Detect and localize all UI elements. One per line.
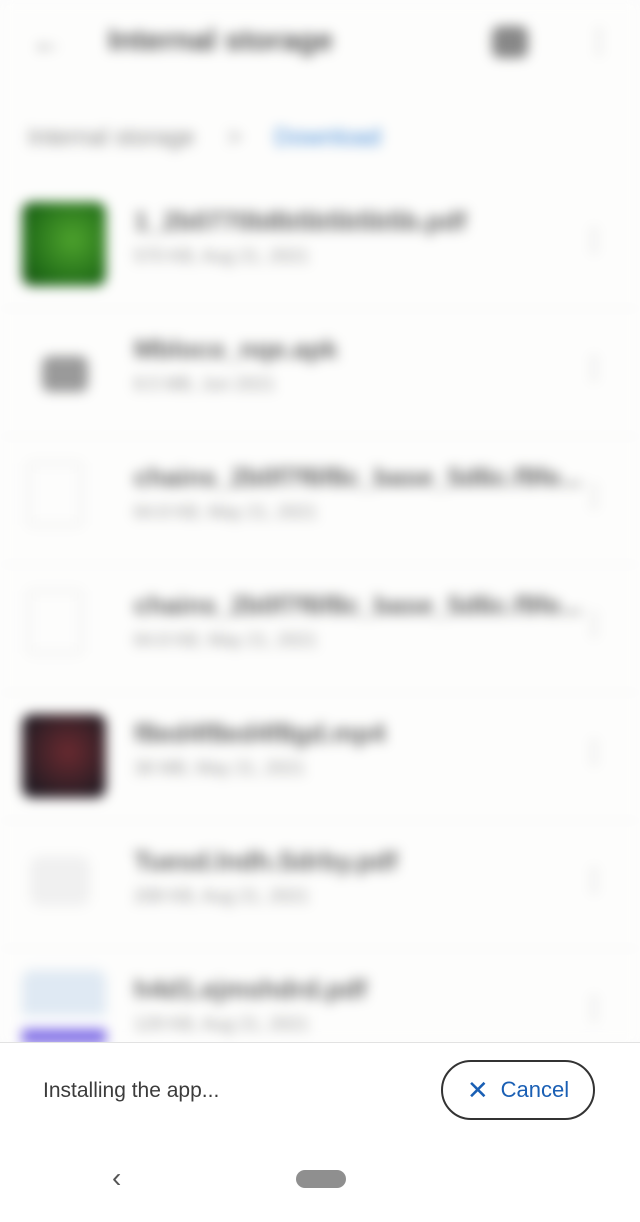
cancel-button-label: Cancel: [500, 1077, 570, 1102]
file-meta: 208 KB, Aug 21, 2021: [134, 886, 310, 906]
install-snackbar: Installing the app... ✕ Cancel: [0, 1042, 640, 1153]
close-icon: ✕: [466, 1075, 489, 1105]
file-thumbnail: [30, 856, 90, 906]
file-name: Mbloco_nqe.apk: [134, 334, 338, 364]
file-meta: 64.8 KB, May 21, 2021: [134, 502, 318, 522]
cancel-button[interactable]: ✕ Cancel: [441, 1060, 595, 1120]
breadcrumb: Internal storage > Download: [28, 124, 381, 164]
file-row[interactable]: Tuesd.lndh.Sdrby.pdf 208 KB, Aug 21, 202…: [0, 820, 640, 949]
chevron-left-icon[interactable]: ‹: [112, 1162, 121, 1194]
breadcrumb-root[interactable]: Internal storage: [28, 124, 195, 151]
snackbar-message: Installing the app...: [43, 1079, 220, 1102]
file-meta: 129 KB, Aug 21, 2021: [134, 1014, 310, 1034]
more-vert-icon[interactable]: ⋮: [584, 20, 614, 64]
file-meta: 38 MB, May 21, 2021: [134, 758, 306, 778]
file-thumbnail: [22, 970, 106, 1044]
grid-view-icon[interactable]: [492, 26, 528, 58]
file-thumbnail: [22, 330, 106, 414]
arrow-back-icon[interactable]: ←: [30, 26, 64, 60]
breadcrumb-separator: >: [227, 124, 242, 151]
file-row[interactable]: 1_2b0770b8b5b5b5b5b.pdf 570 KB, Aug 21, …: [0, 180, 640, 309]
more-vert-icon[interactable]: ⋮: [580, 348, 608, 388]
file-row[interactable]: h4d1.ejmshdrd.pdf 129 KB, Aug 21, 2021 ⋮: [0, 948, 640, 1044]
file-name: Tuesd.lndh.Sdrby.pdf: [134, 846, 398, 876]
file-row[interactable]: Mbloco_nqe.apk 8.5 MB, Jun 2021 ⋮: [0, 308, 640, 437]
more-vert-icon[interactable]: ⋮: [580, 860, 608, 900]
file-meta: 64.8 KB, May 21, 2021: [134, 630, 318, 650]
more-vert-icon[interactable]: ⋮: [580, 988, 608, 1028]
file-row[interactable]: f8ed4f8ed4f8gd.mp4 38 MB, May 21, 2021 ⋮: [0, 692, 640, 821]
more-vert-icon[interactable]: ⋮: [580, 604, 608, 644]
file-meta: 570 KB, Aug 21, 2021: [134, 246, 310, 266]
file-row[interactable]: chains_2b0f7f6f8c_base_5d6c.f9fe... 64.8…: [0, 436, 640, 565]
file-thumbnail: [28, 590, 82, 654]
file-thumbnail: [22, 202, 106, 286]
app-title: Internal storage: [108, 24, 334, 57]
file-row[interactable]: chains_2b0f7f6f8c_base_5d6c.f9fe... 64.8…: [0, 564, 640, 693]
file-name: chains_2b0f7f6f8c_base_5d6c.f9fe...: [134, 590, 583, 620]
blurred-background-content: ← Internal storage ⋮ Internal storage > …: [0, 0, 640, 1044]
system-nav-bar: ‹: [0, 1152, 640, 1222]
breadcrumb-current[interactable]: Download: [274, 124, 381, 151]
file-name: f8ed4f8ed4f8gd.mp4: [134, 718, 386, 748]
file-meta: 8.5 MB, Jun 2021: [134, 374, 276, 394]
file-thumbnail: [22, 714, 106, 798]
file-name: chains_2b0f7f6f8c_base_5d6c.f9fe...: [134, 462, 583, 492]
more-vert-icon[interactable]: ⋮: [580, 476, 608, 516]
more-vert-icon[interactable]: ⋮: [580, 732, 608, 772]
home-pill-icon[interactable]: [296, 1170, 346, 1188]
file-name: 1_2b0770b8b5b5b5b5b.pdf: [134, 206, 467, 236]
file-name: h4d1.ejmshdrd.pdf: [134, 974, 367, 1004]
app-bar: ← Internal storage ⋮: [0, 0, 640, 90]
file-thumbnail: [28, 462, 82, 526]
more-vert-icon[interactable]: ⋮: [580, 220, 608, 260]
